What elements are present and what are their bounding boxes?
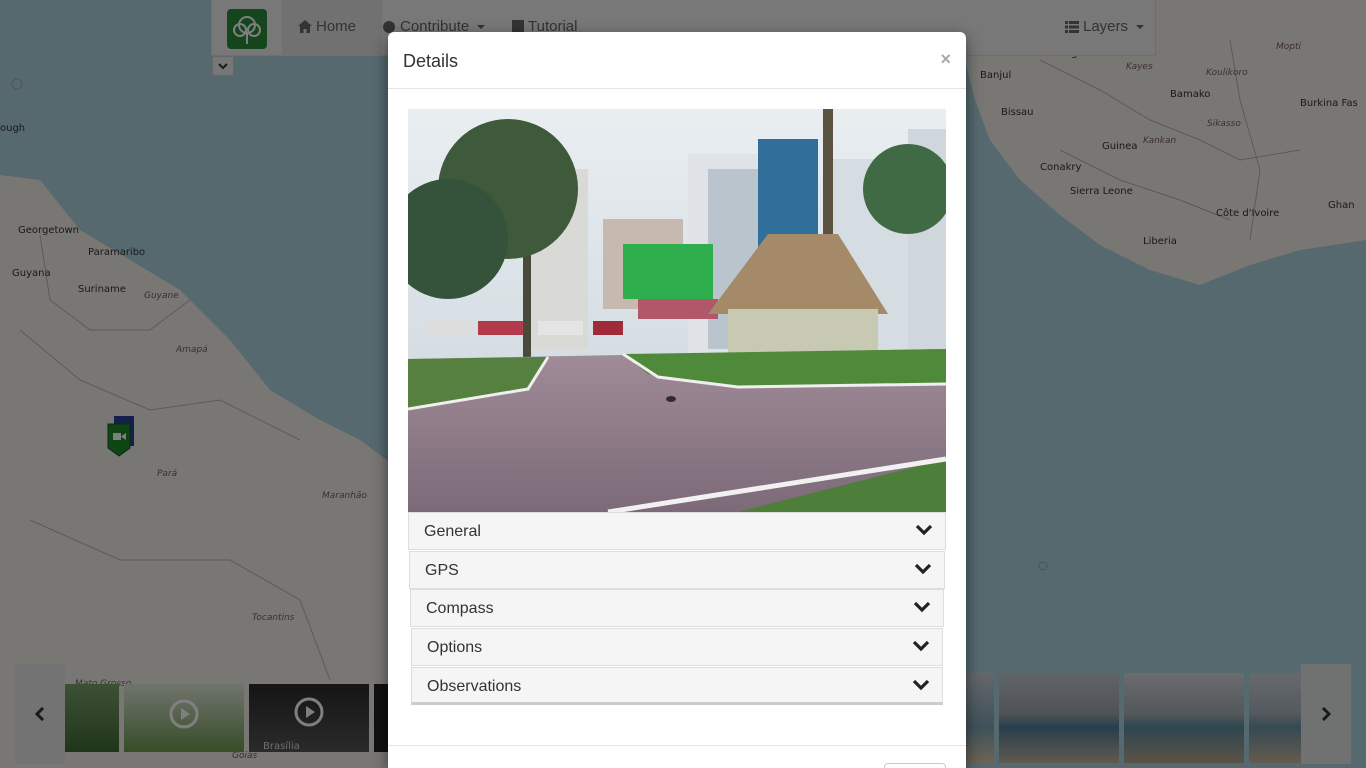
panel-general[interactable]: General — [408, 512, 946, 550]
details-modal: Details × General GPS Compass Options Ob… — [388, 32, 966, 768]
panel-options-label: Options — [427, 639, 483, 656]
chevron-down-icon — [913, 601, 931, 613]
panel-general-label: General — [424, 523, 481, 540]
panel-observations-label: Observations — [427, 678, 522, 695]
observation-photo — [408, 109, 946, 512]
modal-footer-divider — [388, 745, 966, 746]
modal-header: Details × — [388, 32, 966, 89]
panel-options[interactable]: Options — [411, 628, 943, 666]
panel-gps-label: GPS — [425, 562, 459, 579]
chevron-down-icon — [915, 524, 933, 536]
panel-observations[interactable]: Observations — [411, 667, 943, 705]
modal-footer-button[interactable] — [884, 763, 946, 768]
chevron-down-icon — [912, 640, 930, 652]
panel-gps[interactable]: GPS — [409, 551, 945, 589]
modal-title: Details — [403, 51, 459, 71]
panel-compass[interactable]: Compass — [410, 589, 944, 627]
close-icon[interactable]: × — [940, 49, 951, 70]
chevron-down-icon — [914, 563, 932, 575]
chevron-down-icon — [912, 679, 930, 691]
panel-compass-label: Compass — [426, 600, 494, 617]
